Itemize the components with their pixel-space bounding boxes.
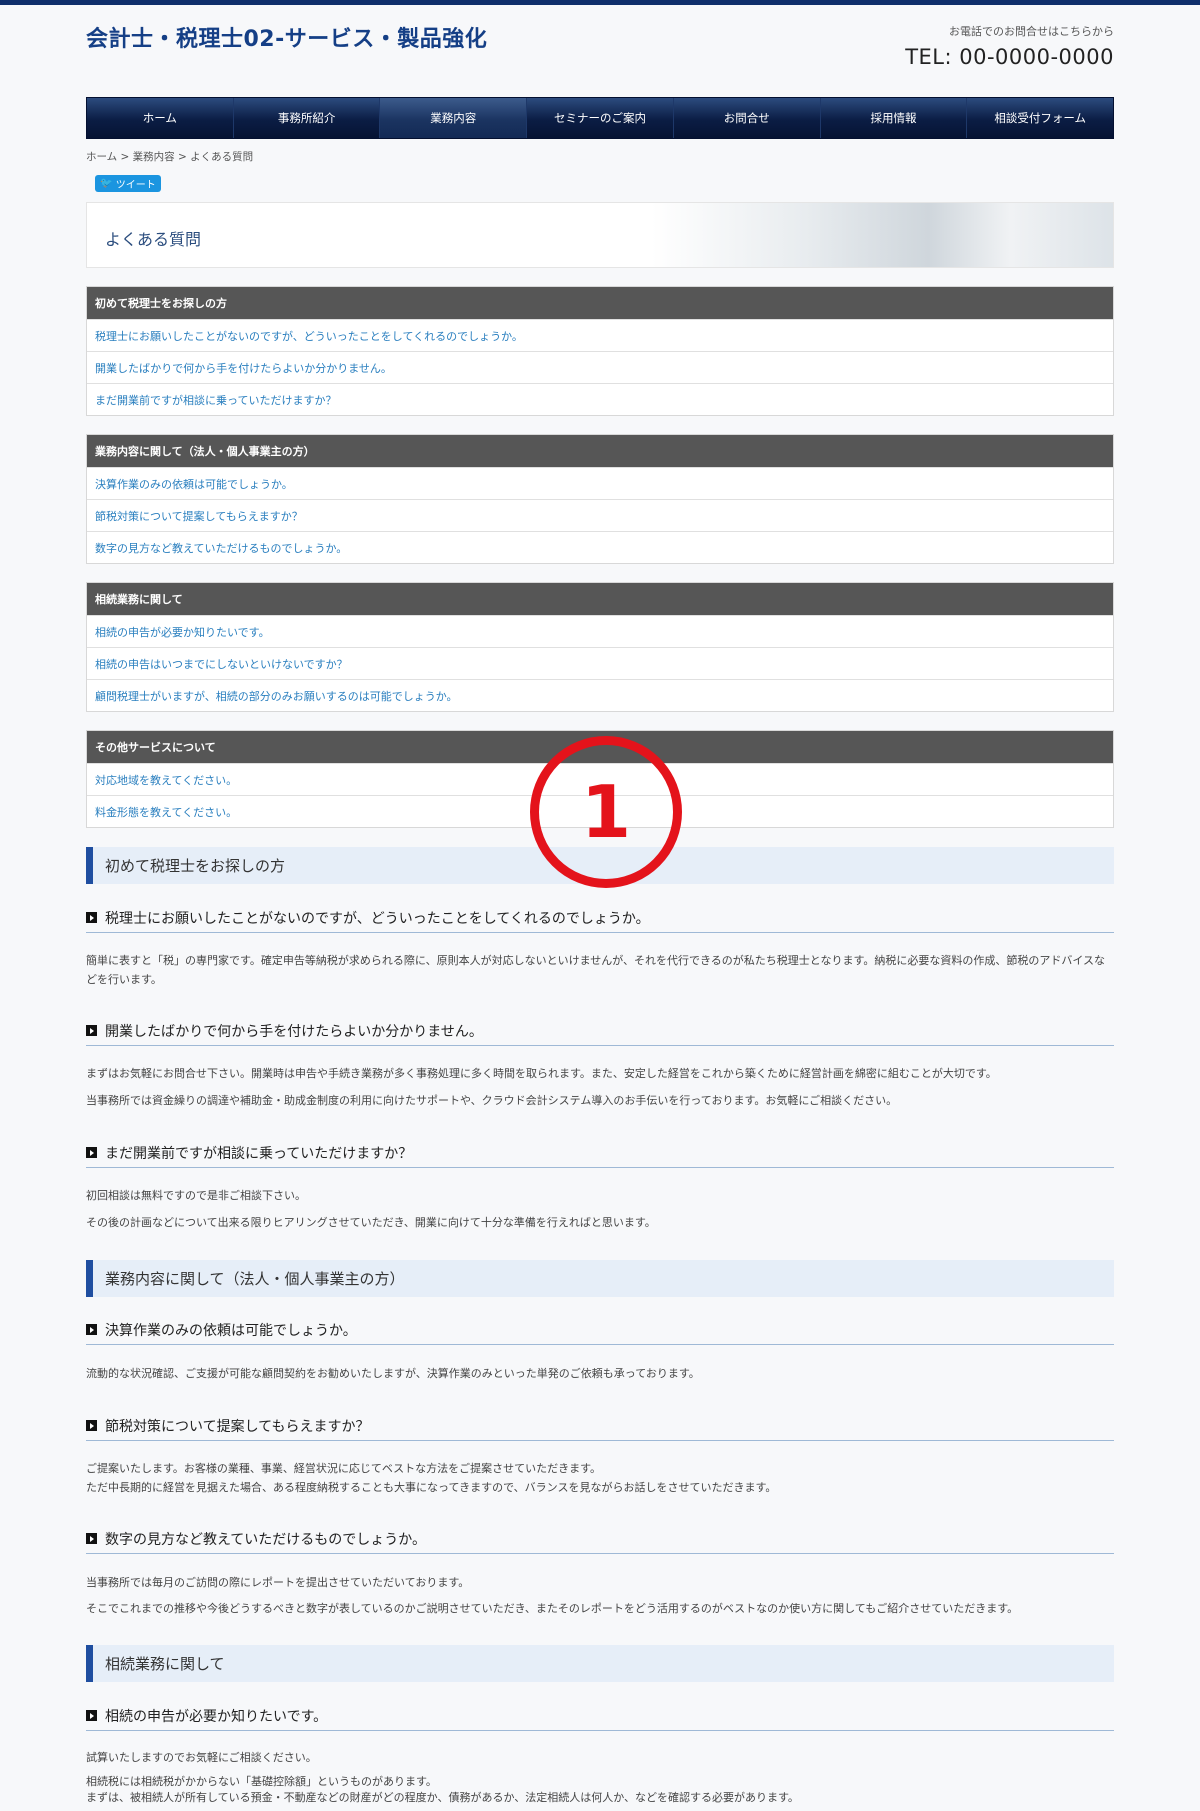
breadcrumb-current: よくある質問	[190, 151, 254, 163]
question-heading: まだ開業前ですが相談に乗っていただけますか？	[86, 1138, 1114, 1168]
nav-seminar[interactable]: セミナーのご案内	[527, 98, 674, 138]
page-title: よくある質問	[105, 230, 202, 249]
question-text: 決算作業のみの依頼は可能でしょうか。	[105, 1322, 357, 1339]
question-text: 開業したばかりで何から手を付けたらよいか分かりません。	[105, 1023, 483, 1040]
faq-link[interactable]: 決算作業のみの依頼は可能でしょうか。	[87, 467, 1113, 499]
answer-text: まずはお気軽にお問合せ下さい。開業時は申告や手続き業務が多く事務処理に多く時間を…	[86, 1064, 1114, 1110]
faq-link[interactable]: 数字の見方など教えていただけるものでしょうか。	[87, 531, 1113, 563]
nav-home[interactable]: ホーム	[87, 98, 234, 138]
faq-index-group: 業務内容に関して（法人・個人事業主の方） 決算作業のみの依頼は可能でしょうか。 …	[86, 434, 1114, 564]
answer-paragraph: ご提案いたします。お客様の業種、事業、経営状況に応じてベストな方法をご提案させて…	[86, 1462, 602, 1475]
breadcrumb-sep: >	[174, 151, 191, 163]
answer-paragraph: ただ中長期的に経営を見据えた場合、ある程度納税することも大事になってきますので、…	[86, 1481, 777, 1494]
question-heading: 相続の申告が必要か知りたいです。	[86, 1701, 1114, 1731]
question-heading: 数字の見方など教えていただけるものでしょうか。	[86, 1524, 1114, 1554]
annotation-number: 1	[580, 770, 632, 854]
bullet-arrow-icon	[86, 1025, 97, 1036]
answer-text: 流動的な状況確認、ご支援が可能な顧問契約をお勧めいたしますが、決算作業のみといっ…	[86, 1364, 1114, 1383]
answer-paragraph: 当事務所では毎月のご訪問の際にレポートを提出させていただいております。	[86, 1576, 470, 1589]
answer-paragraph: 当事務所では資金繰りの調達や補助金・助成金制度の利用に向けたサポートや、クラウド…	[86, 1094, 898, 1107]
annotation-number-marker: 1	[530, 736, 682, 888]
site-title[interactable]: 会計士・税理士02-サービス・製品強化	[86, 21, 487, 53]
answer-paragraph: 簡単に表すと「税」の専門家です。確定申告等納税が求められる際に、原則本人が対応し…	[86, 954, 1106, 986]
question-text: 節税対策について提案してもらえますか？	[105, 1418, 370, 1435]
answer-text: ご提案いたします。お客様の業種、事業、経営状況に応じてベストな方法をご提案させて…	[86, 1459, 1114, 1497]
answer-paragraph: まずはお気軽にお問合せ下さい。開業時は申告や手続き業務が多く事務処理に多く時間を…	[86, 1067, 997, 1080]
faq-link[interactable]: まだ開業前ですが相談に乗っていただけますか？	[87, 383, 1113, 415]
breadcrumb: ホーム > 業務内容 > よくある質問	[86, 149, 1114, 164]
tweet-label: ツイート	[115, 180, 156, 191]
answer-paragraph: まずは、被相続人が所有している預金・不動産などの財産がどの程度か、債務があるか、…	[86, 1791, 799, 1804]
section-heading: 業務内容に関して（法人・個人事業主の方）	[86, 1260, 1114, 1297]
answer-paragraph: その後の計画などについて出来る限りヒアリングさせていただき、開業に向けて十分な準…	[86, 1216, 656, 1229]
faq-index-group: 相続業務に関して 相続の申告が必要か知りたいです。 相続の申告はいつまでにしない…	[86, 582, 1114, 712]
nav-consult-form[interactable]: 相談受付フォーム	[967, 98, 1113, 138]
site-header: 会計士・税理士02-サービス・製品強化 お電話でのお問合せはこちらから TEL:…	[86, 5, 1114, 97]
faq-link[interactable]: 税理士にお願いしたことがないのですが、どういったことをしてくれるのでしょうか。	[87, 319, 1113, 351]
nav-recruit[interactable]: 採用情報	[821, 98, 968, 138]
nav-contact[interactable]: お問合せ	[674, 98, 821, 138]
faq-link[interactable]: 開業したばかりで何から手を付けたらよいか分かりません。	[87, 351, 1113, 383]
question-text: 相続の申告が必要か知りたいです。	[105, 1708, 328, 1725]
contact-note: お電話でのお問合せはこちらから	[949, 25, 1114, 38]
nav-office[interactable]: 事務所紹介	[234, 98, 381, 138]
faq-group-heading: 相続業務に関して	[87, 583, 1113, 615]
breadcrumb-sep: >	[117, 151, 133, 163]
twitter-bird-icon: 🐦	[100, 178, 113, 189]
answer-paragraph: 試算いたしますのでお気軽にご相談ください。	[86, 1751, 317, 1764]
answer-text: 初回相談は無料ですので是非ご相談下さい。その後の計画などについて出来る限りヒアリ…	[86, 1186, 1114, 1232]
faq-link[interactable]: 相続の申告が必要か知りたいです。	[87, 615, 1113, 647]
faq-group-heading: 業務内容に関して（法人・個人事業主の方）	[87, 435, 1113, 467]
question-heading: 節税対策について提案してもらえますか？	[86, 1411, 1114, 1441]
bullet-arrow-icon	[86, 1324, 97, 1335]
bullet-arrow-icon	[86, 1533, 97, 1544]
faq-link[interactable]: 顧問税理士がいますが、相続の部分のみお願いするのは可能でしょうか。	[87, 679, 1113, 711]
page-title-banner: よくある質問	[86, 202, 1114, 268]
section-heading: 相続業務に関して	[86, 1645, 1114, 1682]
tweet-button[interactable]: 🐦 ツイート	[95, 175, 161, 192]
bullet-arrow-icon	[86, 1420, 97, 1431]
question-text: 税理士にお願いしたことがないのですが、どういったことをしてくれるのでしょうか。	[105, 910, 650, 927]
answer-paragraph: 初回相談は無料ですので是非ご相談下さい。	[86, 1189, 306, 1202]
answer-paragraph: 流動的な状況確認、ご支援が可能な顧問契約をお勧めいたしますが、決算作業のみといっ…	[86, 1367, 700, 1380]
bullet-arrow-icon	[86, 1147, 97, 1158]
question-text: 数字の見方など教えていただけるものでしょうか。	[105, 1531, 427, 1548]
global-nav: ホーム 事務所紹介 業務内容 セミナーのご案内 お問合せ 採用情報 相談受付フォ…	[86, 97, 1114, 139]
faq-group-heading: 初めて税理士をお探しの方	[87, 287, 1113, 319]
breadcrumb-home[interactable]: ホーム	[86, 151, 117, 163]
question-heading: 開業したばかりで何から手を付けたらよいか分かりません。	[86, 1016, 1114, 1046]
answer-text: 当事務所では毎月のご訪問の際にレポートを提出させていただいております。そこでこれ…	[86, 1573, 1114, 1618]
answer-paragraph: 相続税には相続税がかからない「基礎控除額」というものがあります。	[86, 1775, 437, 1788]
nav-services[interactable]: 業務内容	[380, 98, 528, 138]
breadcrumb-services[interactable]: 業務内容	[133, 151, 175, 163]
faq-link[interactable]: 節税対策について提案してもらえますか？	[87, 499, 1113, 531]
bullet-arrow-icon	[86, 1710, 97, 1721]
answer-text: 試算いたしますのでお気軽にご相談ください。相続税には相続税がかからない「基礎控除…	[86, 1748, 1114, 1806]
answer-text: 簡単に表すと「税」の専門家です。確定申告等納税が求められる際に、原則本人が対応し…	[86, 951, 1114, 989]
question-heading: 決算作業のみの依頼は可能でしょうか。	[86, 1315, 1114, 1345]
question-heading: 税理士にお願いしたことがないのですが、どういったことをしてくれるのでしょうか。	[86, 903, 1114, 933]
phone-number: TEL: 00-0000-0000	[905, 45, 1114, 69]
bullet-arrow-icon	[86, 912, 97, 923]
faq-link[interactable]: 相続の申告はいつまでにしないといけないですか？	[87, 647, 1113, 679]
faq-index-group: 初めて税理士をお探しの方 税理士にお願いしたことがないのですが、どういったことを…	[86, 286, 1114, 416]
question-text: まだ開業前ですが相談に乗っていただけますか？	[105, 1145, 413, 1162]
answer-paragraph: そこでこれまでの推移や今後どうするべきと数字が表しているのかご説明させていただき…	[86, 1602, 1019, 1615]
